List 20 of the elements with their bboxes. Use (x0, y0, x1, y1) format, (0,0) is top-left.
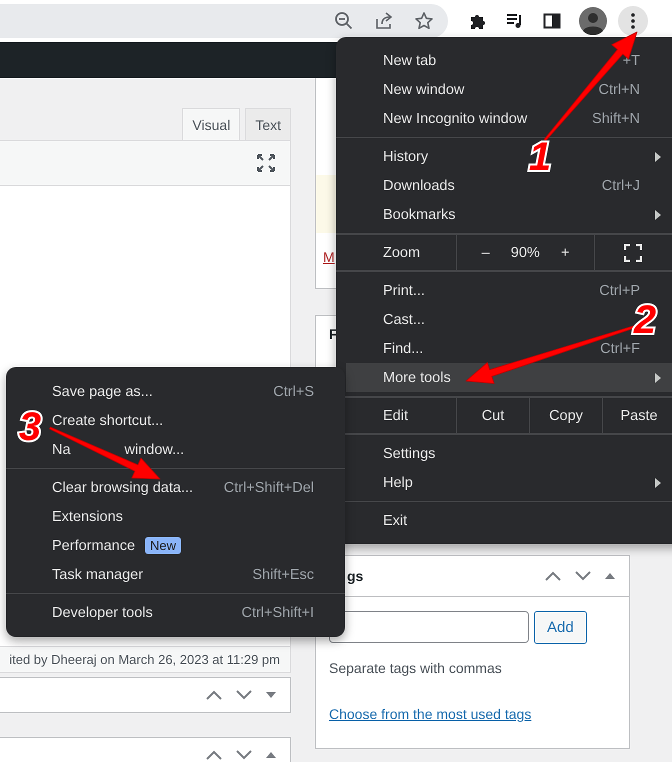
shortcut-label: Ctrl+N (598, 82, 640, 98)
box-heading: gs (346, 568, 364, 584)
menu-label: Zoom (382, 244, 422, 262)
shortcut-label: Ctrl+J (602, 178, 640, 194)
menu-label: Edit (382, 406, 409, 426)
shortcut-label: Ctrl+Shift+Del (224, 480, 314, 496)
step-number: 2 (634, 298, 656, 342)
shortcut-label: Ctrl+P (599, 282, 640, 298)
shortcut-label: Shift+Esc (252, 566, 314, 582)
new-badge: New (145, 537, 182, 554)
revision-note: ited by Dheeraj on March 26, 2023 at 11:29 pm (0, 646, 290, 672)
shortcut-label: Ctrl+Shift+I (241, 604, 314, 620)
zoom-level: 90% (510, 244, 540, 260)
shortcut-label: Ctrl+S (273, 384, 314, 400)
shortcut-label: Shift+N (592, 110, 640, 126)
shortcut-label: +T (622, 52, 640, 68)
shortcut-label: Ctrl+F (600, 340, 640, 356)
step-number: 3 (18, 405, 42, 449)
hint-text: Separate tags with commas (329, 660, 503, 676)
step-number: 1 (528, 135, 552, 179)
